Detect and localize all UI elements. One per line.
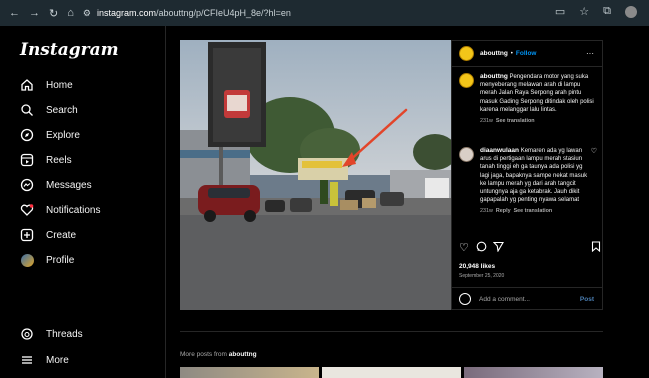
share-send-icon[interactable] xyxy=(492,241,504,255)
forward-icon[interactable]: → xyxy=(29,7,40,20)
sidebar-item-home[interactable]: Home xyxy=(20,76,73,94)
like-heart-icon[interactable]: ♡ xyxy=(459,241,469,254)
commenter-username[interactable]: diaanwulaan xyxy=(480,147,519,154)
comment-meta: 231w Reply See translation xyxy=(480,207,590,215)
cast-icon[interactable]: ▭ xyxy=(555,5,565,18)
more-options-icon[interactable]: ··· xyxy=(586,49,594,58)
sidebar-item-label: Profile xyxy=(46,254,75,266)
back-icon[interactable]: ← xyxy=(9,7,20,20)
caption-username[interactable]: abouttng xyxy=(480,73,508,80)
search-icon xyxy=(20,103,34,117)
post-actions: ♡ xyxy=(459,241,601,257)
post-comment-button[interactable]: Post xyxy=(580,296,594,303)
site-settings-icon[interactable]: ⚙ xyxy=(83,8,91,19)
add-comment-bar: Add a comment... Post xyxy=(452,287,602,310)
reload-icon[interactable]: ↻ xyxy=(49,7,58,20)
comment-see-translation-link[interactable]: See translation xyxy=(514,208,553,214)
emoji-icon[interactable] xyxy=(459,293,471,305)
home-icon[interactable]: ⌂ xyxy=(67,7,74,20)
browser-nav: ← → ↻ ⌂ xyxy=(0,7,74,20)
profile-avatar-icon xyxy=(20,253,34,267)
caption: abouttng Pengendara motor yang suka meny… xyxy=(459,73,597,125)
sidebar-item-reels[interactable]: Reels xyxy=(20,151,72,169)
reels-icon xyxy=(20,153,34,167)
author-avatar[interactable] xyxy=(459,46,474,61)
sidebar: Instagram Home Search Explore Reels Mess… xyxy=(0,26,166,378)
instagram-logo[interactable]: Instagram xyxy=(20,40,119,60)
sidebar-item-label: Notifications xyxy=(46,204,101,216)
reply-link[interactable]: Reply xyxy=(496,208,511,214)
commenter-avatar[interactable] xyxy=(459,147,474,162)
divider xyxy=(180,331,603,332)
sidebar-item-label: More xyxy=(46,354,69,366)
browser-actions: ▭ ☆ ⧉ xyxy=(555,5,637,18)
post-date: September 25, 2020 xyxy=(459,273,505,279)
sidebar-item-threads[interactable]: Threads xyxy=(20,325,83,343)
threads-icon xyxy=(20,327,34,341)
bookmark-star-icon[interactable]: ☆ xyxy=(579,5,589,18)
post-photo[interactable] xyxy=(180,40,451,310)
more-posts-heading: More posts from abouttng xyxy=(180,351,257,358)
sidebar-item-label: Home xyxy=(46,79,73,91)
post-header: abouttng • Follow ··· xyxy=(452,41,602,67)
sidebar-item-explore[interactable]: Explore xyxy=(20,126,80,144)
sidebar-item-search[interactable]: Search xyxy=(20,101,78,119)
more-post-thumbnail[interactable] xyxy=(180,367,319,378)
extensions-icon[interactable]: ⧉ xyxy=(603,5,611,18)
comment-text: Kemaren ada yg lawan arus di pertigaan l… xyxy=(480,148,588,204)
caption-author-avatar[interactable] xyxy=(459,73,474,88)
dot-separator: • xyxy=(510,50,513,57)
sidebar-item-notifications[interactable]: Notifications xyxy=(20,201,100,219)
sidebar-item-more[interactable]: More xyxy=(20,351,69,369)
sidebar-item-label: Create xyxy=(46,229,77,241)
street-scene-photo xyxy=(180,40,451,310)
sidebar-item-messages[interactable]: Messages xyxy=(20,176,92,194)
more-posts-username[interactable]: abouttng xyxy=(229,351,257,358)
sidebar-item-label: Messages xyxy=(46,179,92,191)
home-icon xyxy=(20,78,34,92)
url-path: /abouttng/p/CFIeU4pH_8e/?hl=en xyxy=(155,8,291,18)
sidebar-item-label: Threads xyxy=(46,328,83,340)
more-post-thumbnail[interactable] xyxy=(464,367,603,378)
url-host: instagram.com xyxy=(96,8,156,18)
more-post-thumbnail[interactable] xyxy=(322,367,461,378)
more-posts-grid xyxy=(180,367,603,378)
menu-icon xyxy=(20,353,34,367)
comment-bubble-icon[interactable] xyxy=(476,241,487,255)
comment-age: 231w xyxy=(480,208,493,215)
comment-like-heart-icon[interactable]: ♡ xyxy=(591,147,597,155)
browser-profile-avatar[interactable] xyxy=(625,5,637,18)
sidebar-item-label: Search xyxy=(46,104,78,116)
sidebar-item-label: Reels xyxy=(46,154,72,166)
follow-button[interactable]: Follow xyxy=(516,50,537,57)
compass-icon xyxy=(20,128,34,142)
caption-age: 231w xyxy=(480,118,493,125)
comment-body: diaanwulaan Kemaren ada yg lawan arus di… xyxy=(480,147,590,216)
more-posts-prefix: More posts from xyxy=(180,351,227,358)
browser-toolbar: ← → ↻ ⌂ ⚙ instagram.com/abouttng/p/CFIeU… xyxy=(0,0,649,26)
caption-body: abouttng Pengendara motor yang suka meny… xyxy=(480,73,596,125)
caption-meta: 231w See translation xyxy=(480,117,596,125)
plus-square-icon xyxy=(20,228,34,242)
heart-icon xyxy=(20,203,34,217)
post-details-panel: abouttng • Follow ··· abouttng Pengendar… xyxy=(451,40,603,310)
author-username[interactable]: abouttng xyxy=(480,50,508,57)
comment-item: diaanwulaan Kemaren ada yg lawan arus di… xyxy=(459,147,597,216)
sidebar-item-label: Explore xyxy=(46,129,80,141)
messenger-icon xyxy=(20,178,34,192)
add-comment-input[interactable]: Add a comment... xyxy=(479,296,530,303)
likes-count[interactable]: 20,948 likes xyxy=(459,263,495,270)
sidebar-item-create[interactable]: Create xyxy=(20,226,76,244)
sidebar-item-profile[interactable]: Profile xyxy=(20,251,74,269)
address-bar[interactable]: ⚙ instagram.com/abouttng/p/CFIeU4pH_8e/?… xyxy=(83,8,291,19)
caption-see-translation-link[interactable]: See translation xyxy=(496,118,535,124)
save-bookmark-icon[interactable] xyxy=(591,241,601,255)
